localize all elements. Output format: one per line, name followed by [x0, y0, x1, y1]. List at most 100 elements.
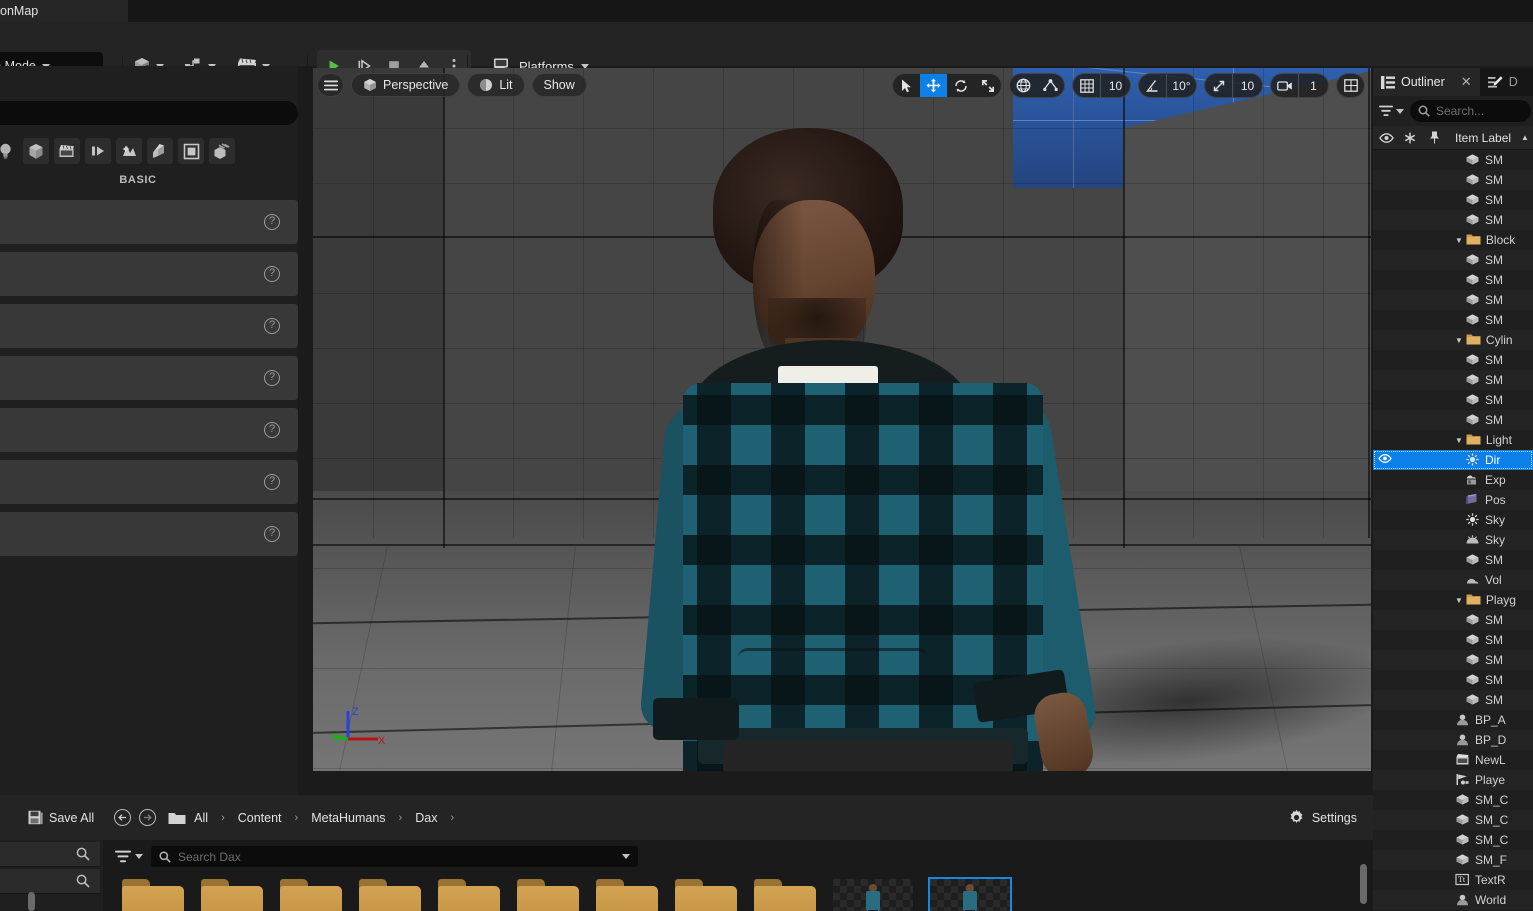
outliner-row[interactable]: SM [1373, 370, 1533, 390]
category-recently-placed[interactable] [209, 138, 235, 164]
angle-snap-toggle[interactable] [1139, 74, 1166, 97]
category-all-classes[interactable] [178, 138, 204, 164]
asset-grid[interactable] [103, 870, 1373, 911]
category-volumes[interactable] [147, 138, 173, 164]
expand-collapse-icon[interactable]: ▼ [1455, 336, 1463, 345]
outliner-tree[interactable]: SM SM SM SM ▼ Block SM SM SM SM ▼ Cylin SM SM SM SM ▼ Lig… [1373, 150, 1533, 910]
list-item[interactable]: ? [0, 356, 298, 400]
sort-ascending-icon[interactable]: ▲ [1521, 133, 1529, 142]
outliner-row[interactable]: ▼ Playg [1373, 590, 1533, 610]
list-item[interactable]: ? [0, 252, 298, 296]
settings-button[interactable]: Settings [1288, 809, 1357, 826]
category-cinematic[interactable] [54, 138, 80, 164]
camera-speed-toggle[interactable] [1271, 74, 1298, 97]
camera-speed-value[interactable]: 1 [1298, 74, 1328, 97]
list-item[interactable]: ? [0, 304, 298, 348]
outliner-row[interactable]: SM [1373, 270, 1533, 290]
outliner-row[interactable]: SM [1373, 190, 1533, 210]
sources-search-row-1[interactable] [0, 842, 100, 867]
outliner-row[interactable]: ▼ Block [1373, 230, 1533, 250]
outliner-row[interactable]: SM [1373, 390, 1533, 410]
outliner-row[interactable]: World [1373, 890, 1533, 910]
world-coordinates-button[interactable] [1010, 74, 1037, 97]
outliner-row[interactable]: Exp [1373, 470, 1533, 490]
breadcrumb-metahumans[interactable]: MetaHumans [311, 811, 385, 825]
outliner-row[interactable]: SM [1373, 170, 1533, 190]
outliner-row[interactable]: BP_D [1373, 730, 1533, 750]
save-all-button[interactable]: Save All [22, 804, 100, 832]
outliner-row[interactable]: BP_A [1373, 710, 1533, 730]
help-icon[interactable]: ? [264, 370, 280, 386]
folder-tile[interactable] [122, 879, 184, 911]
asset-tile-selected[interactable] [928, 877, 1012, 911]
chevron-down-icon[interactable] [622, 854, 630, 859]
outliner-row[interactable]: Vol [1373, 570, 1533, 590]
folder-tile[interactable] [359, 879, 421, 911]
breadcrumb-content[interactable]: Content [238, 811, 282, 825]
folder-tile[interactable] [438, 879, 500, 911]
asset-grid-scrollbar[interactable] [1360, 864, 1367, 904]
outliner-row[interactable]: SM [1373, 610, 1533, 630]
viewport-show-dropdown[interactable]: Show [531, 73, 587, 97]
content-filter-button[interactable] [115, 850, 143, 863]
forward-button[interactable] [139, 809, 157, 826]
item-label-column-header[interactable]: Item Label [1455, 131, 1511, 145]
folder-tile[interactable] [201, 879, 263, 911]
asset-tile[interactable] [833, 879, 913, 911]
list-item[interactable]: ? [0, 460, 298, 504]
list-item[interactable]: re ? [0, 512, 298, 556]
outliner-row[interactable]: Playe [1373, 770, 1533, 790]
scale-snap-value[interactable]: 10 [1232, 74, 1262, 97]
pin-icon[interactable] [1425, 131, 1443, 144]
rotate-tool-button[interactable] [947, 74, 974, 97]
help-icon[interactable]: ? [264, 526, 280, 542]
row-visibility-icon[interactable] [1377, 453, 1393, 466]
scale-snap-toggle[interactable] [1205, 74, 1232, 97]
eye-icon[interactable] [1377, 132, 1395, 143]
outliner-row-selected[interactable]: Dir [1373, 450, 1533, 470]
folder-tile[interactable] [517, 879, 579, 911]
viewport-layout-button[interactable] [1337, 74, 1364, 97]
outliner-row[interactable]: SM [1373, 550, 1533, 570]
content-search-input[interactable]: Search Dax [151, 846, 638, 867]
sources-search-row-2[interactable] [0, 869, 100, 894]
expand-collapse-icon[interactable]: ▼ [1455, 236, 1463, 245]
folder-tile[interactable] [596, 879, 658, 911]
surface-snapping-button[interactable] [1037, 74, 1064, 97]
category-lights[interactable] [0, 138, 18, 164]
outliner-row[interactable]: ▼ Light [1373, 430, 1533, 450]
place-actors-search-input[interactable] [0, 101, 298, 125]
outliner-row[interactable]: SM [1373, 690, 1533, 710]
scale-tool-button[interactable] [974, 74, 1001, 97]
help-icon[interactable]: ? [264, 318, 280, 334]
viewport-perspective-dropdown[interactable]: Perspective [351, 73, 461, 97]
outliner-row[interactable]: Sky [1373, 530, 1533, 550]
expand-collapse-icon[interactable]: ▼ [1455, 596, 1463, 605]
outliner-row[interactable]: SM [1373, 630, 1533, 650]
tab-outliner[interactable]: Outliner ✕ [1373, 68, 1480, 96]
outliner-row[interactable]: SM [1373, 410, 1533, 430]
list-item[interactable]: ? [0, 200, 298, 244]
close-icon[interactable]: ✕ [1461, 74, 1472, 90]
translate-tool-button[interactable] [920, 74, 947, 97]
viewport-menu-button[interactable] [317, 73, 344, 97]
category-visual-effects[interactable] [85, 138, 111, 164]
outliner-row[interactable]: SM [1373, 250, 1533, 270]
outliner-row[interactable]: SM [1373, 150, 1533, 170]
outliner-row[interactable]: SM_C [1373, 790, 1533, 810]
viewport-lighting-dropdown[interactable]: Lit [467, 73, 525, 97]
category-geometry[interactable] [116, 138, 142, 164]
outliner-row[interactable]: NewL [1373, 750, 1533, 770]
level-viewport[interactable]: Perspective Lit Show 10 10° 10 1 Z X Y [313, 68, 1371, 771]
help-icon[interactable]: ? [264, 266, 280, 282]
star-icon[interactable] [1401, 132, 1419, 144]
outliner-row[interactable]: SM_C [1373, 810, 1533, 830]
grid-snap-value[interactable]: 10 [1100, 74, 1130, 97]
tab-details[interactable]: D [1479, 68, 1526, 96]
outliner-row[interactable]: ▼ Cylin [1373, 330, 1533, 350]
tab-level-map[interactable]: onMap [0, 0, 128, 22]
category-shapes[interactable] [23, 138, 49, 164]
outliner-row[interactable]: Tt TextR [1373, 870, 1533, 890]
folder-tile[interactable] [675, 879, 737, 911]
folder-tile[interactable] [754, 879, 816, 911]
